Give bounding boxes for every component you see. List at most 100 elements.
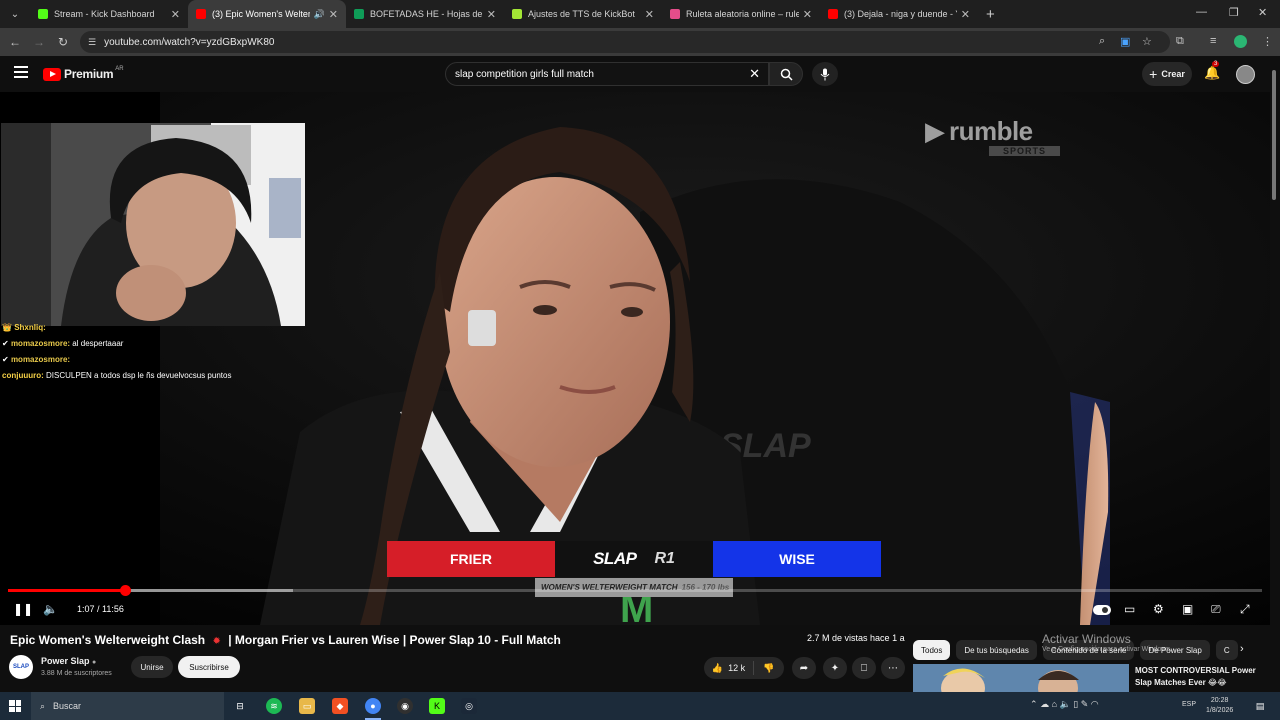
- dislike-button[interactable]: 👎: [754, 663, 784, 674]
- browser-tab[interactable]: Ajustes de TTS de KickBot ✕: [504, 0, 662, 28]
- speaker-icon[interactable]: 🔊: [314, 9, 325, 20]
- restore-icon[interactable]: ❐: [1229, 6, 1239, 19]
- taskbar-clock[interactable]: 20:28 1/8/2026: [1206, 696, 1233, 716]
- account-avatar[interactable]: [1236, 65, 1255, 84]
- site-info-icon[interactable]: ☰: [88, 37, 96, 48]
- reading-list-icon[interactable]: ≡: [1210, 35, 1216, 47]
- volume-tray-icon[interactable]: 🔈: [1060, 699, 1071, 709]
- spotify-icon[interactable]: ≋: [266, 698, 282, 714]
- activation-subtitle: Ve a Configuración para activar Windows.: [1042, 646, 1172, 653]
- bookmark-star-icon[interactable]: ☆: [1142, 35, 1152, 48]
- upload-age: hace 1 a: [870, 633, 905, 643]
- hamburger-menu-icon[interactable]: [14, 66, 28, 78]
- create-button[interactable]: + Crear: [1142, 62, 1192, 86]
- voice-search-button[interactable]: [812, 62, 838, 86]
- browser-tab[interactable]: (3) Dejala - niga y duende - You ✕: [820, 0, 978, 28]
- cast-icon[interactable]: ⎚: [1211, 602, 1221, 617]
- forward-icon[interactable]: →: [27, 35, 51, 49]
- zoom-icon[interactable]: ⌕: [1099, 35, 1105, 48]
- windows-start-icon[interactable]: [9, 700, 21, 712]
- like-button[interactable]: 👍 12 k: [704, 661, 754, 675]
- profile-avatar-icon[interactable]: [1234, 35, 1247, 48]
- thumbnail-image: [913, 664, 1129, 692]
- close-icon[interactable]: ✕: [329, 8, 338, 21]
- chat-username: Shxnliq:: [14, 323, 46, 332]
- more-actions-button[interactable]: ⋯: [881, 657, 905, 679]
- pen-icon[interactable]: ✎: [1081, 699, 1089, 709]
- network-icon[interactable]: ⌂: [1052, 699, 1057, 709]
- recommended-video-title[interactable]: MOST CONTROVERSIAL Power Slap Matches Ev…: [1135, 665, 1265, 689]
- chip-all[interactable]: Todos: [913, 640, 951, 660]
- close-icon[interactable]: ✕: [171, 8, 180, 21]
- input-language[interactable]: ESP: [1182, 701, 1196, 708]
- scrollbar-thumb[interactable]: [1272, 70, 1276, 200]
- share-button[interactable]: ➦: [792, 657, 816, 679]
- settings-gear-icon[interactable]: ⚙: [1153, 602, 1164, 616]
- window-close-icon[interactable]: ✕: [1258, 6, 1267, 19]
- tab-search-dropdown[interactable]: ⌄: [4, 3, 26, 25]
- browser-toolbar: ← → ↻ ☰ youtube.com/watch?v=yzdGBxpWK80 …: [0, 28, 1280, 56]
- slap-logo: SLAP: [593, 549, 637, 568]
- translate-icon[interactable]: ▣: [1120, 35, 1130, 48]
- chevron-up-icon[interactable]: ⌃: [1030, 699, 1038, 709]
- browser-tab[interactable]: BOFETADAS HE - Hojas de cálc ✕: [346, 0, 504, 28]
- browser-tab[interactable]: Stream - Kick Dashboard ✕: [30, 0, 188, 28]
- cloud-icon[interactable]: ☁: [1040, 699, 1049, 709]
- wifi-icon[interactable]: ◠: [1091, 699, 1099, 709]
- notifications-button[interactable]: 🔔 3: [1204, 61, 1220, 81]
- volume-icon[interactable]: 🔈: [43, 602, 58, 616]
- progress-bar[interactable]: [8, 585, 1262, 596]
- steam-icon[interactable]: ◎: [461, 698, 477, 714]
- clear-search-icon[interactable]: ✕: [749, 66, 760, 82]
- tab-title: Ajustes de TTS de KickBot: [528, 9, 635, 19]
- autoplay-toggle[interactable]: [1093, 605, 1111, 615]
- blue-corner-name: WISE: [713, 541, 881, 577]
- chip-more[interactable]: C: [1215, 640, 1238, 660]
- ask-button[interactable]: ✦: [823, 657, 847, 679]
- recommended-video-thumbnail[interactable]: [913, 664, 1129, 692]
- channel-name-text: Power Slap: [41, 656, 90, 666]
- chrome-icon[interactable]: ●: [365, 698, 381, 714]
- channel-name[interactable]: Power Slap ●: [41, 656, 96, 666]
- minimize-icon[interactable]: —: [1196, 6, 1207, 18]
- subscribe-button[interactable]: Suscribirse: [178, 656, 240, 678]
- join-button[interactable]: Unirse: [131, 656, 173, 678]
- chevron-right-icon[interactable]: ›: [1240, 643, 1244, 655]
- miniplayer-icon[interactable]: ▣: [1182, 602, 1193, 616]
- channel-avatar[interactable]: SLAP: [9, 655, 33, 679]
- new-tab-icon[interactable]: +: [986, 6, 995, 23]
- address-bar[interactable]: ☰ youtube.com/watch?v=yzdGBxpWK80: [80, 31, 1170, 53]
- chip-from-searches[interactable]: De tus búsquedas: [956, 640, 1037, 660]
- page-scrollbar[interactable]: [1271, 62, 1277, 690]
- scrubber-handle[interactable]: [119, 585, 131, 596]
- taskbar-search-placeholder: Buscar: [53, 701, 82, 711]
- file-explorer-icon[interactable]: ▭: [299, 698, 315, 714]
- taskbar-search[interactable]: ⌕ Buscar: [31, 692, 224, 720]
- close-icon[interactable]: ✕: [961, 8, 970, 21]
- search-input[interactable]: slap competition girls full match ✕: [445, 62, 769, 86]
- browser-tab[interactable]: Ruleta aleatoria online – rulet ✕: [662, 0, 820, 28]
- close-icon[interactable]: ✕: [645, 8, 654, 21]
- close-icon[interactable]: ✕: [803, 8, 812, 21]
- youtube-logo[interactable]: Premium AR: [43, 66, 124, 81]
- back-icon[interactable]: ←: [3, 35, 27, 49]
- obs-icon[interactable]: ◉: [397, 698, 413, 714]
- rumble-watermark: ▶ rumble SPORTS: [925, 116, 1061, 156]
- extensions-icon[interactable]: ⧉: [1176, 35, 1184, 48]
- reload-icon[interactable]: ↻: [51, 35, 75, 49]
- notification-center-icon[interactable]: ▤: [1252, 698, 1268, 714]
- video-player[interactable]: SLAP M 👑 Shxnliq: ✔ momazosmore: al desp…: [0, 92, 1270, 625]
- kick-app-icon[interactable]: K: [429, 698, 445, 714]
- browser-tab-active[interactable]: (3) Epic Women's Welterwe 🔊 ✕: [188, 0, 346, 28]
- more-vertical-icon[interactable]: ⋮: [1262, 35, 1273, 48]
- fullscreen-icon[interactable]: ⤢: [1240, 602, 1250, 617]
- battery-icon[interactable]: ▯: [1073, 699, 1078, 709]
- search-button[interactable]: [769, 62, 803, 86]
- brave-browser-icon[interactable]: ◆: [332, 698, 348, 714]
- pause-icon[interactable]: ❚❚: [13, 602, 33, 616]
- subtitles-icon[interactable]: ▭: [1124, 602, 1135, 616]
- task-view-icon[interactable]: ⊟: [232, 698, 248, 714]
- save-button[interactable]: ⎕: [852, 657, 876, 679]
- watermark-text: rumble: [948, 116, 1033, 146]
- close-icon[interactable]: ✕: [487, 8, 496, 21]
